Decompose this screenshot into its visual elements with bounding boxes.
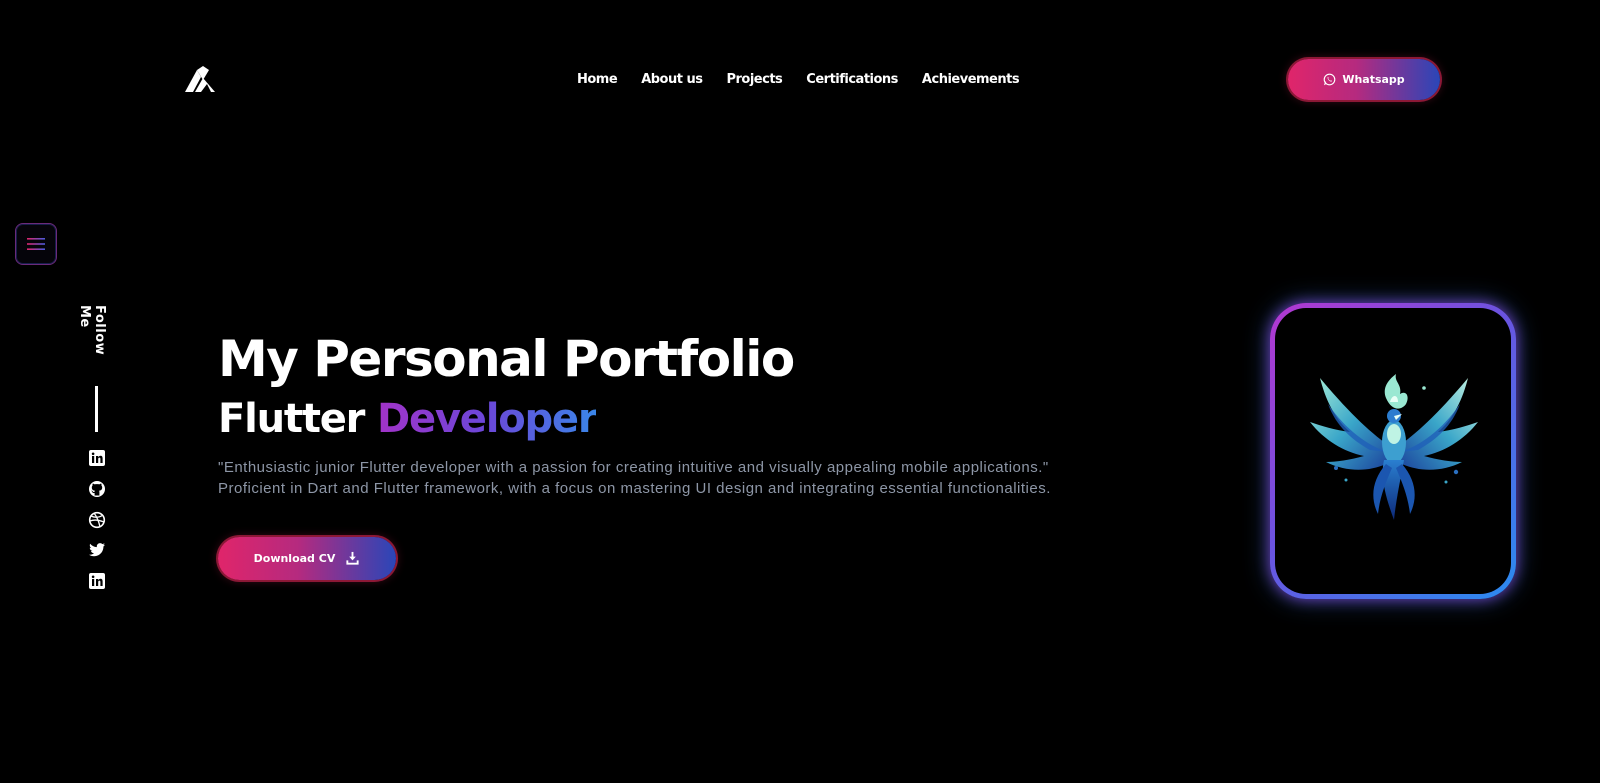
- follow-divider: [95, 386, 98, 432]
- github-icon[interactable]: [88, 480, 106, 498]
- role-accent: Developer: [376, 396, 598, 442]
- menu-button[interactable]: [15, 223, 57, 265]
- hero-title: My Personal Portfolio: [218, 330, 795, 388]
- download-cv-button[interactable]: Download CV: [218, 537, 396, 580]
- download-cv-label: Download CV: [253, 552, 336, 565]
- logo-icon[interactable]: [185, 66, 217, 92]
- follow-me-label: Follow Me: [77, 305, 107, 356]
- whatsapp-label: Whatsapp: [1342, 73, 1405, 86]
- description-line-2: Proficient in Dart and Flutter framework…: [218, 480, 1051, 497]
- download-icon: [346, 551, 359, 565]
- role-prefix: Flutter: [218, 396, 365, 442]
- whatsapp-icon: [1323, 73, 1336, 86]
- profile-image-frame: [1275, 308, 1511, 594]
- phoenix-image: [1309, 374, 1478, 520]
- nav-about-us[interactable]: About us: [641, 72, 703, 87]
- linkedin-icon[interactable]: [88, 449, 106, 467]
- hero-role: Flutter Developer: [218, 394, 598, 444]
- description-line-1: "Enthusiastic junior Flutter developer w…: [218, 459, 1049, 476]
- main-nav: Home About us Projects Certifications Ac…: [577, 72, 1043, 87]
- hamburger-icon: [27, 238, 45, 250]
- whatsapp-button[interactable]: Whatsapp: [1288, 59, 1440, 100]
- nav-projects[interactable]: Projects: [726, 72, 782, 87]
- hero-description: "Enthusiastic junior Flutter developer w…: [218, 457, 1078, 499]
- nav-certifications[interactable]: Certifications: [806, 72, 898, 87]
- profile-image-card: [1270, 303, 1516, 599]
- twitter-icon[interactable]: [88, 541, 106, 559]
- dribbble-icon[interactable]: [88, 511, 106, 529]
- nav-achievements[interactable]: Achievements: [922, 72, 1020, 87]
- nav-home[interactable]: Home: [577, 72, 618, 87]
- portfolio-page: Home About us Projects Certifications Ac…: [0, 0, 1600, 783]
- linkedin-icon[interactable]: [88, 572, 106, 590]
